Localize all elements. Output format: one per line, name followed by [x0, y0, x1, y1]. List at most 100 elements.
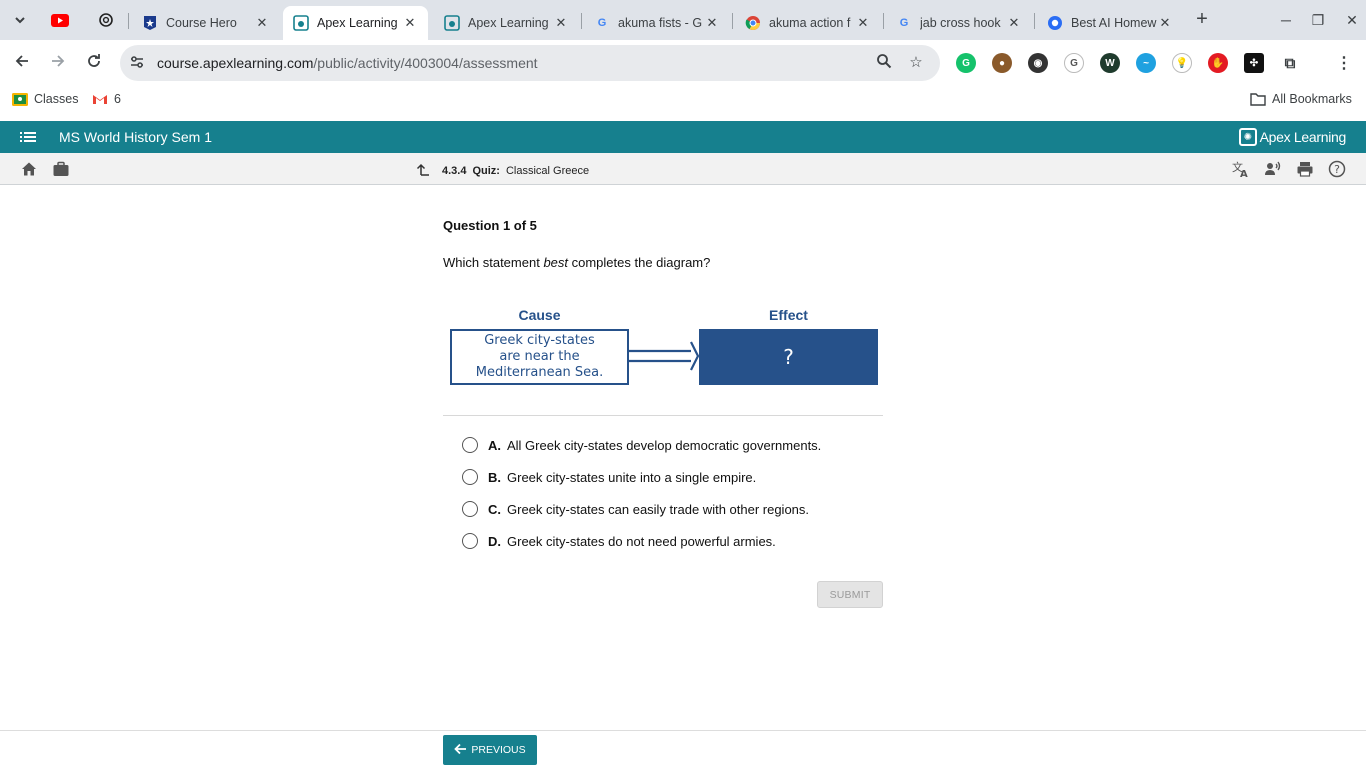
cause-label: Cause [518, 307, 561, 323]
close-tab-icon[interactable]: ✕ [1006, 15, 1022, 31]
question-prompt: Which statement best completes the diagr… [443, 255, 710, 270]
address-bar[interactable]: course.apexlearning.com/public/activity/… [120, 45, 940, 81]
radio-button[interactable] [462, 533, 478, 549]
w-extension-icon[interactable]: W [1100, 53, 1120, 73]
tab-title: Course Hero [166, 16, 237, 30]
answer-choice-a[interactable]: A. All Greek city-states develop democra… [462, 436, 821, 454]
q-app-icon [1047, 15, 1063, 31]
bulb-extension-icon[interactable]: 💡 [1172, 53, 1192, 73]
briefcase-icon[interactable] [52, 160, 70, 178]
url-path: /public/activity/4003004/assessment [313, 55, 538, 71]
openai-icon [99, 13, 113, 27]
reload-icon [88, 54, 100, 67]
minimize-button[interactable]: ─ [1272, 8, 1300, 32]
cause-text-line: Mediterranean Sea. [475, 365, 604, 380]
tab-title: Best AI Homew [1071, 16, 1157, 30]
tab-best-ai-homework[interactable]: Best AI Homew ✕ [1037, 6, 1183, 40]
arrow-left-icon [454, 742, 467, 758]
extensions-puzzle-icon[interactable]: ⧉ [1280, 53, 1300, 73]
answer-choice-c[interactable]: C. Greek city-states can easily trade wi… [462, 500, 809, 518]
radio-button[interactable] [462, 437, 478, 453]
choice-letter: B. [488, 469, 501, 485]
home-icon[interactable] [20, 160, 38, 178]
gmail-count: 6 [114, 92, 121, 106]
tab-akuma-action[interactable]: akuma action f ✕ [735, 6, 881, 40]
footer-nav: PREVIOUS [0, 730, 1366, 768]
prompt-text: completes the diagram? [568, 255, 711, 270]
close-tab-icon[interactable]: ✕ [402, 15, 418, 31]
activity-title: Classical Greece [505, 164, 590, 177]
bookmark-star-icon[interactable]: ☆ [906, 53, 926, 73]
help-icon[interactable]: ? [1328, 160, 1346, 178]
color-extension-icon[interactable]: ◉ [1028, 53, 1048, 73]
new-tab-button[interactable]: + [1190, 8, 1214, 32]
close-tab-icon[interactable]: ✕ [254, 15, 270, 31]
previous-button[interactable]: PREVIOUS [443, 735, 537, 765]
tab-apex-learning[interactable]: Apex Learning ✕ [434, 6, 579, 40]
gmail-icon [92, 92, 108, 106]
url-text[interactable]: course.apexlearning.com/public/activity/… [157, 55, 538, 71]
grid-extension-icon[interactable]: ✣ [1244, 53, 1264, 73]
choice-text: Greek city-states do not need powerful a… [507, 533, 776, 549]
close-tab-icon[interactable]: ✕ [704, 15, 720, 31]
tab-course-hero[interactable]: Course Hero ✕ [132, 6, 280, 40]
restore-button[interactable]: ❐ [1304, 8, 1332, 32]
arrow-icon [628, 341, 700, 371]
text-to-speech-icon[interactable] [1264, 160, 1282, 178]
tab-strip: Course Hero ✕ Apex Learning ✕ Apex Learn… [0, 0, 1366, 40]
all-bookmarks-button[interactable]: All Bookmarks [1250, 92, 1352, 106]
answer-choice-b[interactable]: B. Greek city-states unite into a single… [462, 468, 756, 486]
back-button[interactable] [10, 51, 34, 75]
answer-choice-d[interactable]: D. Greek city-states do not need powerfu… [462, 532, 776, 550]
tab-akuma-fists[interactable]: G akuma fists - G ✕ [584, 6, 730, 40]
question-counter: Question 1 of 5 [443, 218, 537, 233]
divider [443, 415, 883, 416]
tab-apex-learning-active[interactable]: Apex Learning ✕ [283, 6, 428, 40]
openai-pinned-tab[interactable] [94, 8, 118, 32]
cause-box: Greek city-states are near the Mediterra… [450, 329, 629, 385]
apex-icon [293, 15, 309, 31]
tab-title: Apex Learning [317, 16, 398, 30]
apex-logo-text: Apex Learning [1259, 129, 1347, 145]
grammarly-extension-icon[interactable]: G [956, 53, 976, 73]
tab-title: jab cross hook [920, 16, 1001, 30]
site-settings-icon[interactable] [128, 54, 146, 72]
google-icon: G [899, 17, 909, 29]
radio-button[interactable] [462, 501, 478, 517]
radio-button[interactable] [462, 469, 478, 485]
choice-letter: A. [488, 437, 501, 453]
browser-menu-icon[interactable]: ⋮ [1334, 53, 1354, 73]
google-icon: G [597, 17, 607, 29]
url-host: course.apexlearning.com [157, 55, 314, 71]
youtube-pinned-tab[interactable] [48, 8, 72, 32]
tab-search-chevron-icon[interactable] [6, 6, 34, 34]
close-tab-icon[interactable]: ✕ [1157, 15, 1173, 31]
activity-number: 4.3.4 [442, 164, 467, 177]
choice-letter: C. [488, 501, 501, 517]
g-extension-icon[interactable]: G [1064, 53, 1084, 73]
browser-toolbar: course.apexlearning.com/public/activity/… [0, 40, 1366, 86]
cause-effect-diagram: Cause Effect Greek city-states are near … [443, 300, 883, 392]
choice-text: All Greek city-states develop democratic… [507, 437, 822, 453]
course-menu-icon[interactable] [20, 129, 38, 145]
print-icon[interactable] [1296, 160, 1314, 178]
submit-button[interactable]: SUBMIT [817, 581, 883, 608]
cookie-extension-icon[interactable]: ● [992, 53, 1012, 73]
bookmark-label: All Bookmarks [1272, 92, 1352, 106]
close-window-button[interactable]: ✕ [1338, 8, 1366, 32]
reload-button[interactable] [82, 51, 106, 75]
adblock-extension-icon[interactable]: ✋ [1208, 53, 1228, 73]
close-tab-icon[interactable]: ✕ [553, 15, 569, 31]
tab-jab-cross-hook[interactable]: G jab cross hook ✕ [886, 6, 1032, 40]
up-level-icon[interactable] [416, 162, 430, 179]
wave-extension-icon[interactable]: ~ [1136, 53, 1156, 73]
zoom-icon[interactable] [874, 53, 894, 73]
google-classroom-icon [12, 92, 28, 106]
bookmark-classes[interactable]: Classes [12, 92, 78, 106]
translate-icon[interactable]: 文A [1232, 160, 1250, 180]
forward-button[interactable] [46, 51, 70, 75]
effect-box: ? [699, 329, 878, 385]
bookmark-gmail[interactable]: 6 [92, 92, 121, 106]
close-tab-icon[interactable]: ✕ [855, 15, 871, 31]
chrome-icon [745, 15, 761, 31]
